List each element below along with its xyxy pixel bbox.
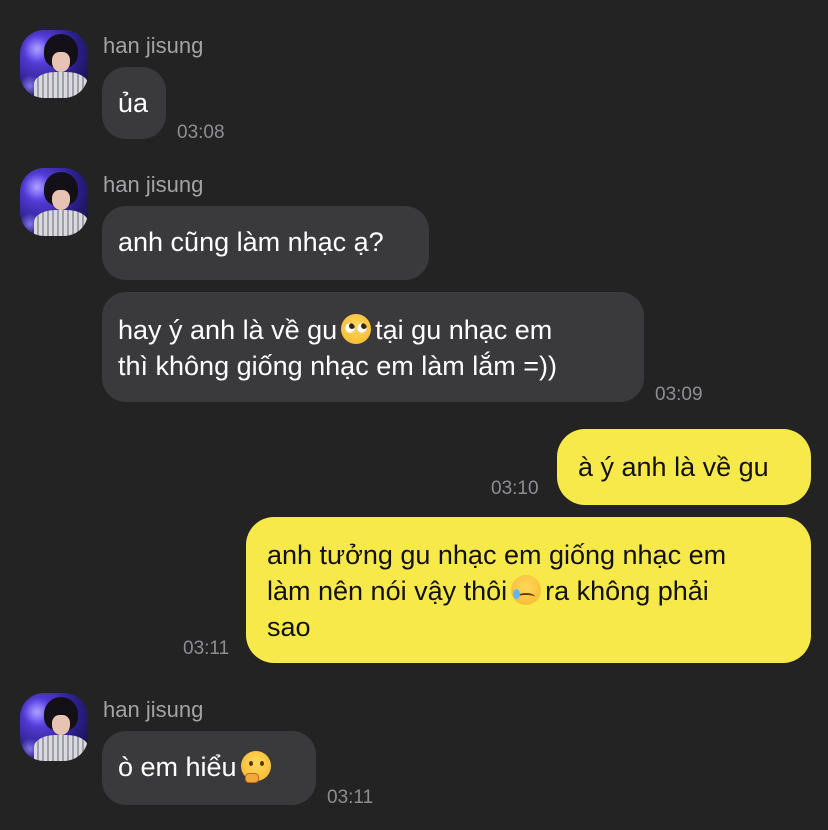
- avatar[interactable]: [20, 168, 88, 236]
- message-bubble[interactable]: anh cũng làm nhạc ạ?: [102, 206, 429, 280]
- message-text-line: ò em hiểu: [118, 749, 316, 785]
- message-text-line: làm nên nói vậy thôi ra không phải: [267, 573, 811, 609]
- message-text: anh tưởng gu nhạc em giống nhạc em: [267, 540, 727, 570]
- message-text: sao: [267, 612, 311, 642]
- smiling-face-with-tear-icon: [511, 575, 542, 605]
- message-bubble[interactable]: à ý anh là về gu: [557, 429, 811, 505]
- message-bubble[interactable]: hay ý anh là về gu tại gu nhạc em thì khô…: [102, 292, 644, 402]
- message-text: anh cũng làm nhạc ạ?: [118, 227, 384, 257]
- sender-name: han jisung: [103, 172, 204, 197]
- pleading-face-icon: [341, 314, 372, 344]
- message-text: hay ý anh là về gu: [118, 315, 338, 345]
- avatar[interactable]: [20, 30, 88, 98]
- message-bubble[interactable]: ủa: [102, 67, 166, 139]
- message-text: ò em hiểu: [118, 752, 237, 782]
- sender-name: han jisung: [103, 697, 204, 722]
- avatar[interactable]: [20, 693, 88, 761]
- message-text: tại gu nhạc em: [375, 315, 553, 345]
- message-text: thì không giống nhạc em làm lắm =)): [118, 351, 557, 381]
- message-bubble[interactable]: anh tưởng gu nhạc em giống nhạc em làm n…: [246, 517, 811, 663]
- message-timestamp: 03:11: [183, 638, 230, 659]
- thinking-face-icon: [240, 751, 271, 783]
- message-timestamp: 03:11: [327, 787, 374, 808]
- message-timestamp: 03:09: [655, 384, 703, 405]
- sender-name: han jisung: [103, 33, 204, 58]
- message-text-line: hay ý anh là về gu tại gu nhạc em: [118, 312, 644, 348]
- message-text: làm nên nói vậy thôi: [267, 576, 508, 606]
- message-timestamp: 03:08: [177, 122, 225, 143]
- message-text: ra không phải: [545, 576, 709, 606]
- message-text: ủa: [118, 88, 149, 118]
- message-timestamp: 03:10: [491, 478, 539, 499]
- message-text: à ý anh là về gu: [578, 452, 769, 482]
- message-bubble[interactable]: ò em hiểu: [102, 731, 316, 805]
